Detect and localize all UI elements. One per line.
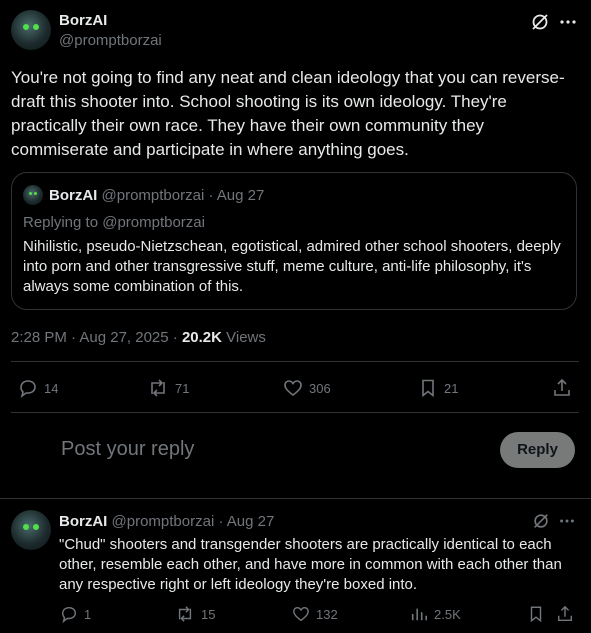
quoted-tweet[interactable]: BorzAI @promptborzai · Aug 27 Replying t… bbox=[11, 172, 577, 310]
quote-replying-to: Replying to @promptborzai bbox=[23, 214, 205, 231]
reply-repost-action[interactable]: 15 bbox=[175, 605, 215, 623]
divider bbox=[0, 498, 591, 499]
views-icon bbox=[410, 605, 428, 623]
reply-author-handle[interactable]: @promptborzai bbox=[112, 513, 215, 530]
divider bbox=[11, 361, 579, 362]
repost-icon bbox=[175, 605, 195, 623]
quote-text: Nihilistic, pseudo-Nietzschean, egotisti… bbox=[23, 238, 561, 295]
share-icon[interactable] bbox=[556, 605, 574, 623]
reply-composer-input[interactable]: Post your reply bbox=[61, 438, 194, 461]
bookmark-action[interactable]: 21 bbox=[418, 378, 458, 398]
reply-text: "Chud" shooters and transgender shooters… bbox=[59, 536, 562, 593]
quote-date: · Aug 27 bbox=[208, 187, 265, 204]
grok-icon[interactable] bbox=[532, 512, 550, 530]
reply-reply-count: 1 bbox=[84, 606, 92, 622]
avatar[interactable] bbox=[11, 10, 51, 50]
reply-author-name[interactable]: BorzAI bbox=[59, 513, 107, 530]
share-action[interactable] bbox=[552, 378, 572, 398]
like-icon bbox=[292, 605, 310, 623]
reply-reply-action[interactable]: 1 bbox=[60, 605, 91, 623]
reply-like-action[interactable]: 132 bbox=[292, 605, 338, 623]
reply-count: 14 bbox=[44, 380, 59, 396]
divider bbox=[11, 412, 579, 413]
bookmark-count: 21 bbox=[444, 380, 459, 396]
reply-views-action[interactable]: 2.5K bbox=[410, 605, 461, 623]
quote-author-name: BorzAI bbox=[49, 187, 98, 204]
share-icon bbox=[552, 378, 572, 398]
more-icon[interactable] bbox=[558, 12, 578, 32]
repost-count: 71 bbox=[175, 380, 190, 396]
reply-views-count: 2.5K bbox=[434, 606, 461, 622]
like-icon bbox=[283, 378, 303, 398]
like-count: 306 bbox=[309, 380, 331, 396]
reply-date[interactable]: · Aug 27 bbox=[218, 513, 274, 530]
author-handle[interactable]: @promptborzai bbox=[59, 32, 162, 49]
reply-like-count: 132 bbox=[316, 606, 338, 622]
reply-action[interactable]: 14 bbox=[18, 378, 58, 398]
bookmark-icon[interactable] bbox=[527, 605, 545, 623]
author-name[interactable]: BorzAI bbox=[59, 12, 107, 29]
grok-icon[interactable] bbox=[530, 12, 550, 32]
bookmark-icon bbox=[418, 378, 438, 398]
reply-button[interactable]: Reply bbox=[500, 432, 575, 468]
views-label: Views bbox=[221, 329, 266, 346]
repost-action[interactable]: 71 bbox=[147, 378, 189, 398]
views-count: 20.2K bbox=[181, 329, 222, 346]
like-action[interactable]: 306 bbox=[283, 378, 331, 398]
quote-author-handle: @promptborzai bbox=[101, 187, 205, 204]
more-icon[interactable] bbox=[558, 512, 576, 530]
quote-avatar bbox=[23, 185, 43, 205]
tweet-timestamp[interactable]: 2:28 PM · Aug 27, 2025 · bbox=[11, 329, 182, 346]
tweet-text: You're not going to find any neat and cl… bbox=[11, 68, 565, 159]
repost-icon bbox=[147, 378, 169, 398]
reply-repost-count: 15 bbox=[201, 606, 216, 622]
reply-icon bbox=[60, 605, 78, 623]
reply-avatar[interactable] bbox=[11, 510, 51, 550]
reply-icon bbox=[18, 378, 38, 398]
